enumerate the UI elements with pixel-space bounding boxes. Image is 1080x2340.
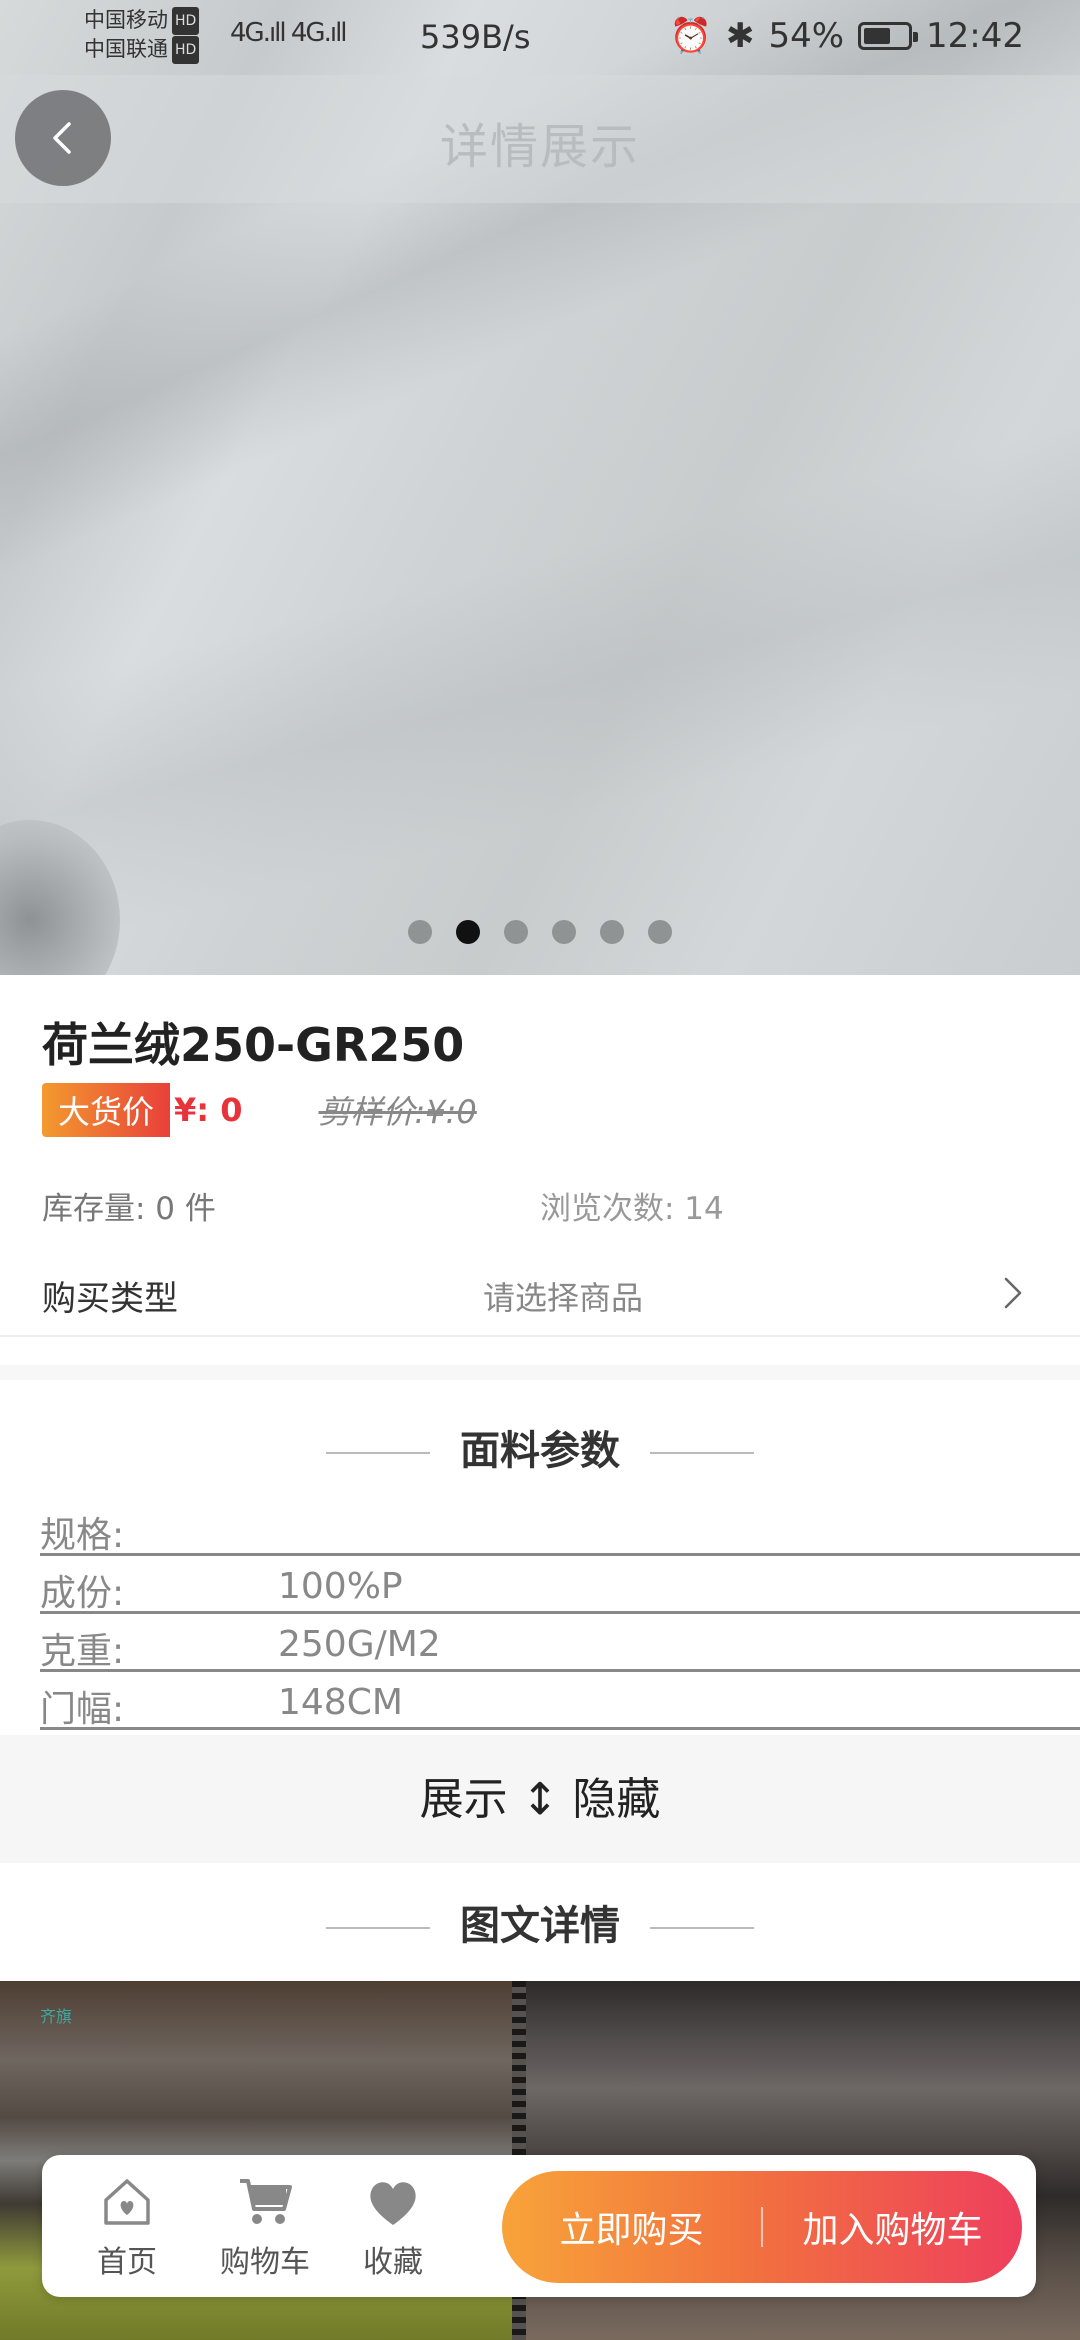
carousel-dot[interactable] [504, 920, 528, 944]
buy-now-button[interactable]: 立即购买 [502, 2201, 761, 2253]
alarm-icon: ⏰ [669, 16, 712, 56]
param-key: 规格: [40, 1515, 125, 1556]
params-table: 规格: 成份: 100%P 克重: 250G/M2 门幅: 148CM [40, 1498, 1080, 1730]
network-speed: 539B/s [420, 18, 531, 56]
buy-type-label: 购买类型 [42, 1279, 178, 1319]
home-icon [104, 2179, 150, 2225]
cart-icon [240, 2179, 292, 2224]
carousel-dot[interactable] [648, 920, 672, 944]
hd-badge: HD [172, 36, 200, 64]
page-title: 详情展示 [439, 119, 640, 175]
param-row: 克重: 250G/M2 [40, 1614, 1080, 1672]
price-tag: 大货价 [42, 1083, 171, 1137]
nav-cart-label: 购物车 [220, 2245, 310, 2280]
section-title-detail: 图文详情 [0, 1893, 1080, 1951]
product-name: 荷兰绒250-GR250 [42, 1018, 465, 1072]
param-key: 门幅: [40, 1689, 125, 1730]
image-watermark: 齐旗 [40, 2007, 73, 2026]
hd-badge: HD [172, 7, 200, 35]
add-to-cart-button[interactable]: 加入购物车 [763, 2201, 1022, 2253]
stock-count: 库存量: 0 件 [42, 1191, 216, 1227]
param-value: 100%P [278, 1566, 403, 1607]
view-count: 浏览次数: 14 [540, 1191, 724, 1227]
product-info: 荷兰绒250-GR250 大货价 ¥: 0 剪样价:¥:0 库存量: 0 件 浏… [0, 975, 1080, 1365]
nav-cart[interactable]: 购物车 [210, 2173, 320, 2281]
status-bar: 中国移动 HD 中国联通 HD 4G.ıll 4G.ıll 539B/s ⏰ ✱ 5… [0, 0, 1080, 75]
param-row: 规格: [40, 1498, 1080, 1556]
carrier-2: 中国联通 [84, 37, 168, 61]
param-row: 成份: 100%P [40, 1556, 1080, 1614]
carousel-indicator [0, 920, 1080, 944]
carrier-info: 中国移动 HD 中国联通 HD [84, 6, 200, 64]
param-row: 门幅: 148CM [40, 1672, 1080, 1730]
clock: 12:42 [926, 16, 1024, 56]
battery-percent: 54% [768, 16, 845, 56]
price-row: 大货价 ¥: 0 剪样价:¥:0 [42, 1083, 477, 1137]
chevron-right-icon [1004, 1277, 1022, 1309]
section-title-params: 面料参数 [0, 1418, 1080, 1476]
param-key: 成份: [40, 1573, 125, 1614]
detail-header: 图文详情 [0, 1863, 1080, 1981]
purchase-buttons: 立即购买 加入购物车 [502, 2171, 1022, 2283]
fabric-params: 面料参数 规格: 成份: 100%P 克重: 250G/M2 门幅: 148CM [0, 1380, 1080, 1735]
buy-type-selector[interactable]: 购买类型 请选择商品 [0, 1253, 1080, 1337]
carrier-1: 中国移动 [84, 8, 168, 32]
sample-price: 剪样价:¥:0 [318, 1093, 477, 1131]
param-value: 148CM [278, 1682, 403, 1723]
buy-type-value: 请选择商品 [483, 1279, 644, 1317]
bluetooth-icon: ✱ [725, 16, 755, 56]
carousel-dot[interactable] [600, 920, 624, 944]
signal-icon: 4G.ıll 4G.ıll [230, 18, 348, 48]
nav-favorite[interactable]: 收藏 [338, 2173, 448, 2281]
nav-favorite-label: 收藏 [363, 2245, 423, 2280]
carousel-dot[interactable] [408, 920, 432, 944]
param-value: 250G/M2 [278, 1624, 441, 1665]
bottom-action-bar: 首页 购物车 收藏 立即购买 加入购物车 [42, 2155, 1036, 2297]
show-hide-toggle[interactable]: 展示 ↕ 隐藏 [0, 1735, 1080, 1863]
param-key: 克重: [40, 1631, 125, 1672]
top-header: 详情展示 [0, 75, 1080, 203]
battery-icon [858, 22, 919, 50]
carousel-dot-active[interactable] [456, 920, 480, 944]
bulk-price: ¥: 0 [174, 1091, 243, 1129]
nav-home-label: 首页 [97, 2245, 157, 2280]
nav-home[interactable]: 首页 [72, 2173, 182, 2281]
heart-icon [370, 2182, 416, 2225]
carousel-dot[interactable] [552, 920, 576, 944]
